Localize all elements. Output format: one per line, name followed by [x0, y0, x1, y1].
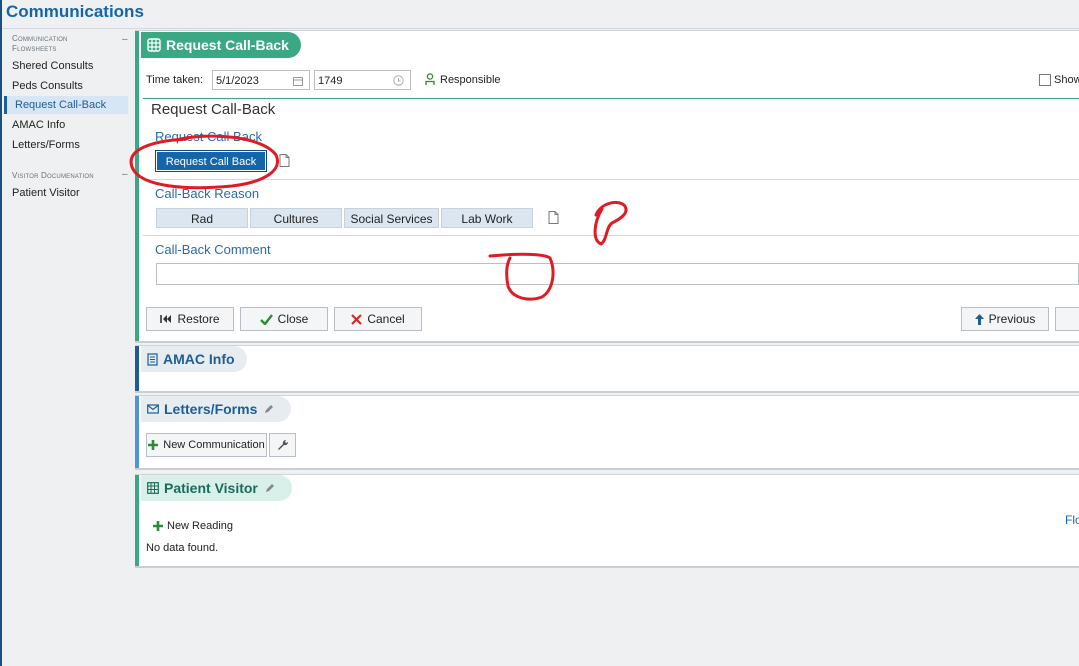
- annotation-scribble: [488, 252, 555, 301]
- annotation-circle: [129, 134, 279, 190]
- annotation-overlay: [129, 134, 628, 301]
- annotation-scribble: [593, 200, 628, 246]
